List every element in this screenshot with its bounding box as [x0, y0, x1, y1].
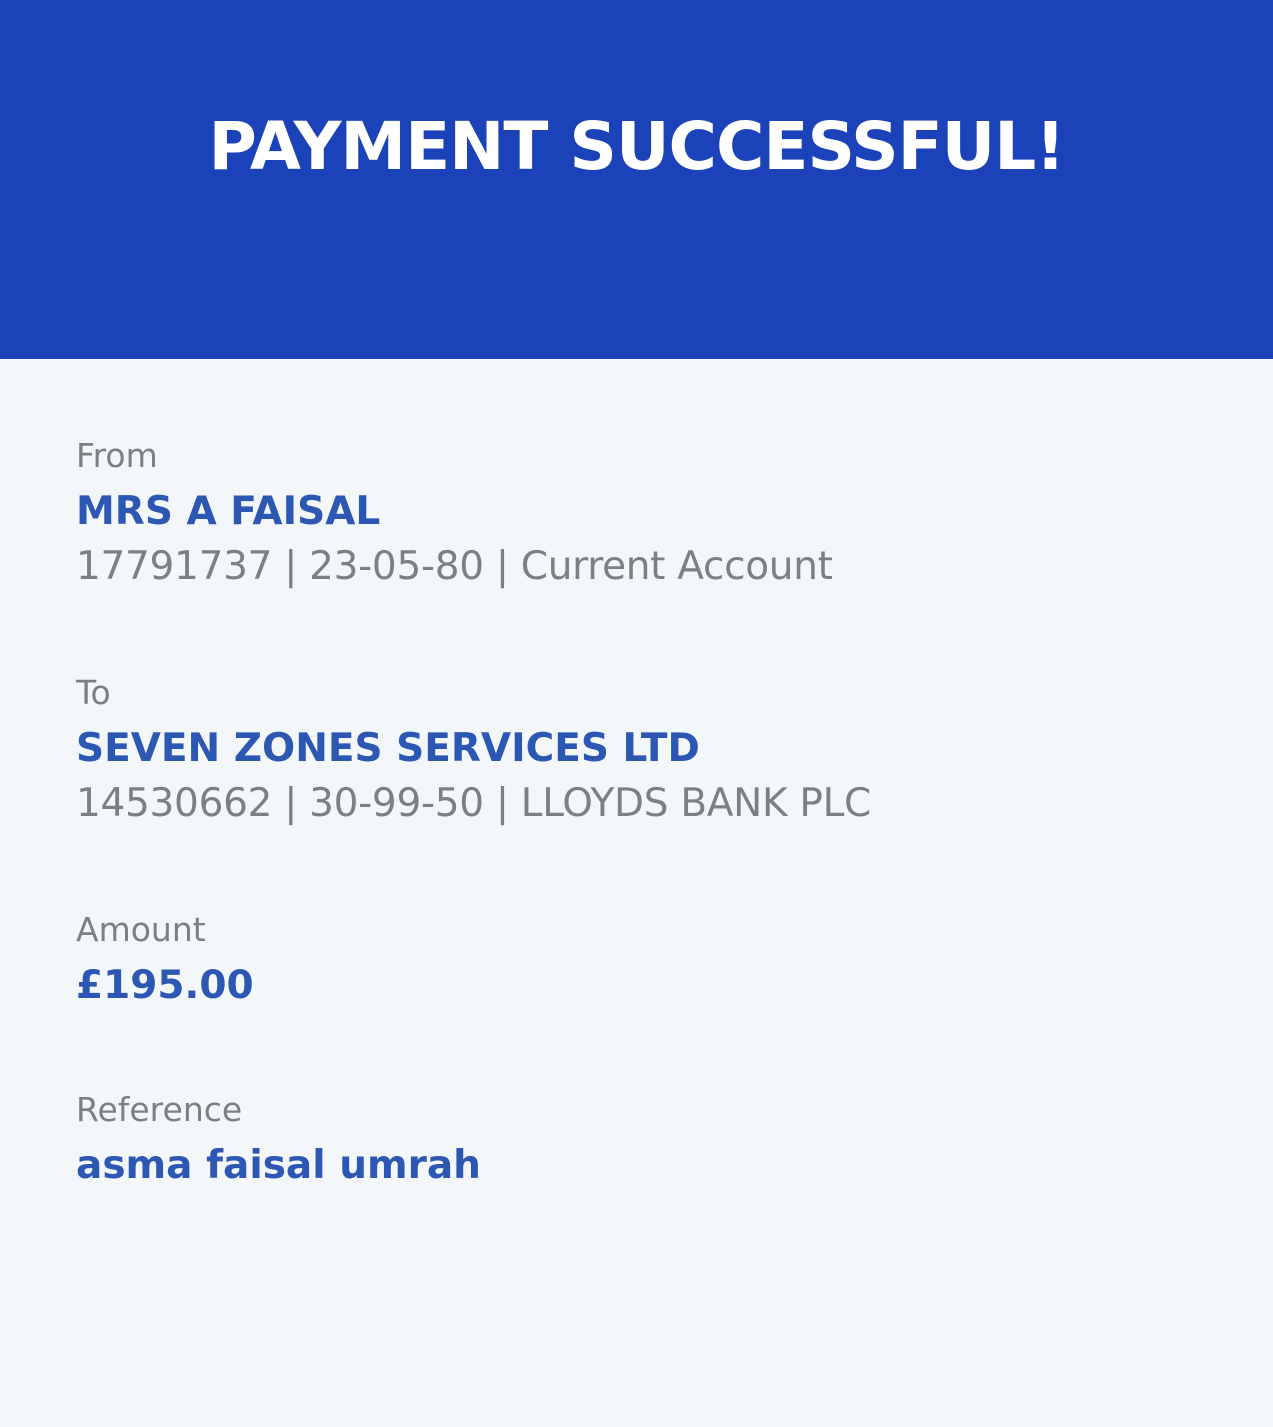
from-name: MRS A FAISAL: [76, 489, 381, 534]
reference-section: Reference asma faisal umrah: [76, 1090, 1226, 1190]
amount-label: Amount: [76, 910, 206, 949]
success-banner: PAYMENT SUCCESSFUL!: [0, 0, 1273, 359]
from-account-details: 17791737 | 23-05-80 | Current Account: [76, 544, 833, 589]
amount-value: £195.00: [76, 963, 254, 1008]
reference-value: asma faisal umrah: [76, 1143, 481, 1188]
page-title: PAYMENT SUCCESSFUL!: [208, 108, 1066, 185]
to-name: SEVEN ZONES SERVICES LTD: [76, 726, 700, 771]
from-label: From: [76, 436, 158, 475]
to-section: To SEVEN ZONES SERVICES LTD 14530662 | 3…: [76, 673, 1226, 829]
reference-label: Reference: [76, 1090, 243, 1129]
to-account-details: 14530662 | 30-99-50 | LLOYDS BANK PLC: [76, 781, 871, 826]
from-section: From MRS A FAISAL 17791737 | 23-05-80 | …: [76, 436, 1226, 592]
to-label: To: [76, 673, 111, 712]
amount-section: Amount £195.00: [76, 910, 1226, 1010]
